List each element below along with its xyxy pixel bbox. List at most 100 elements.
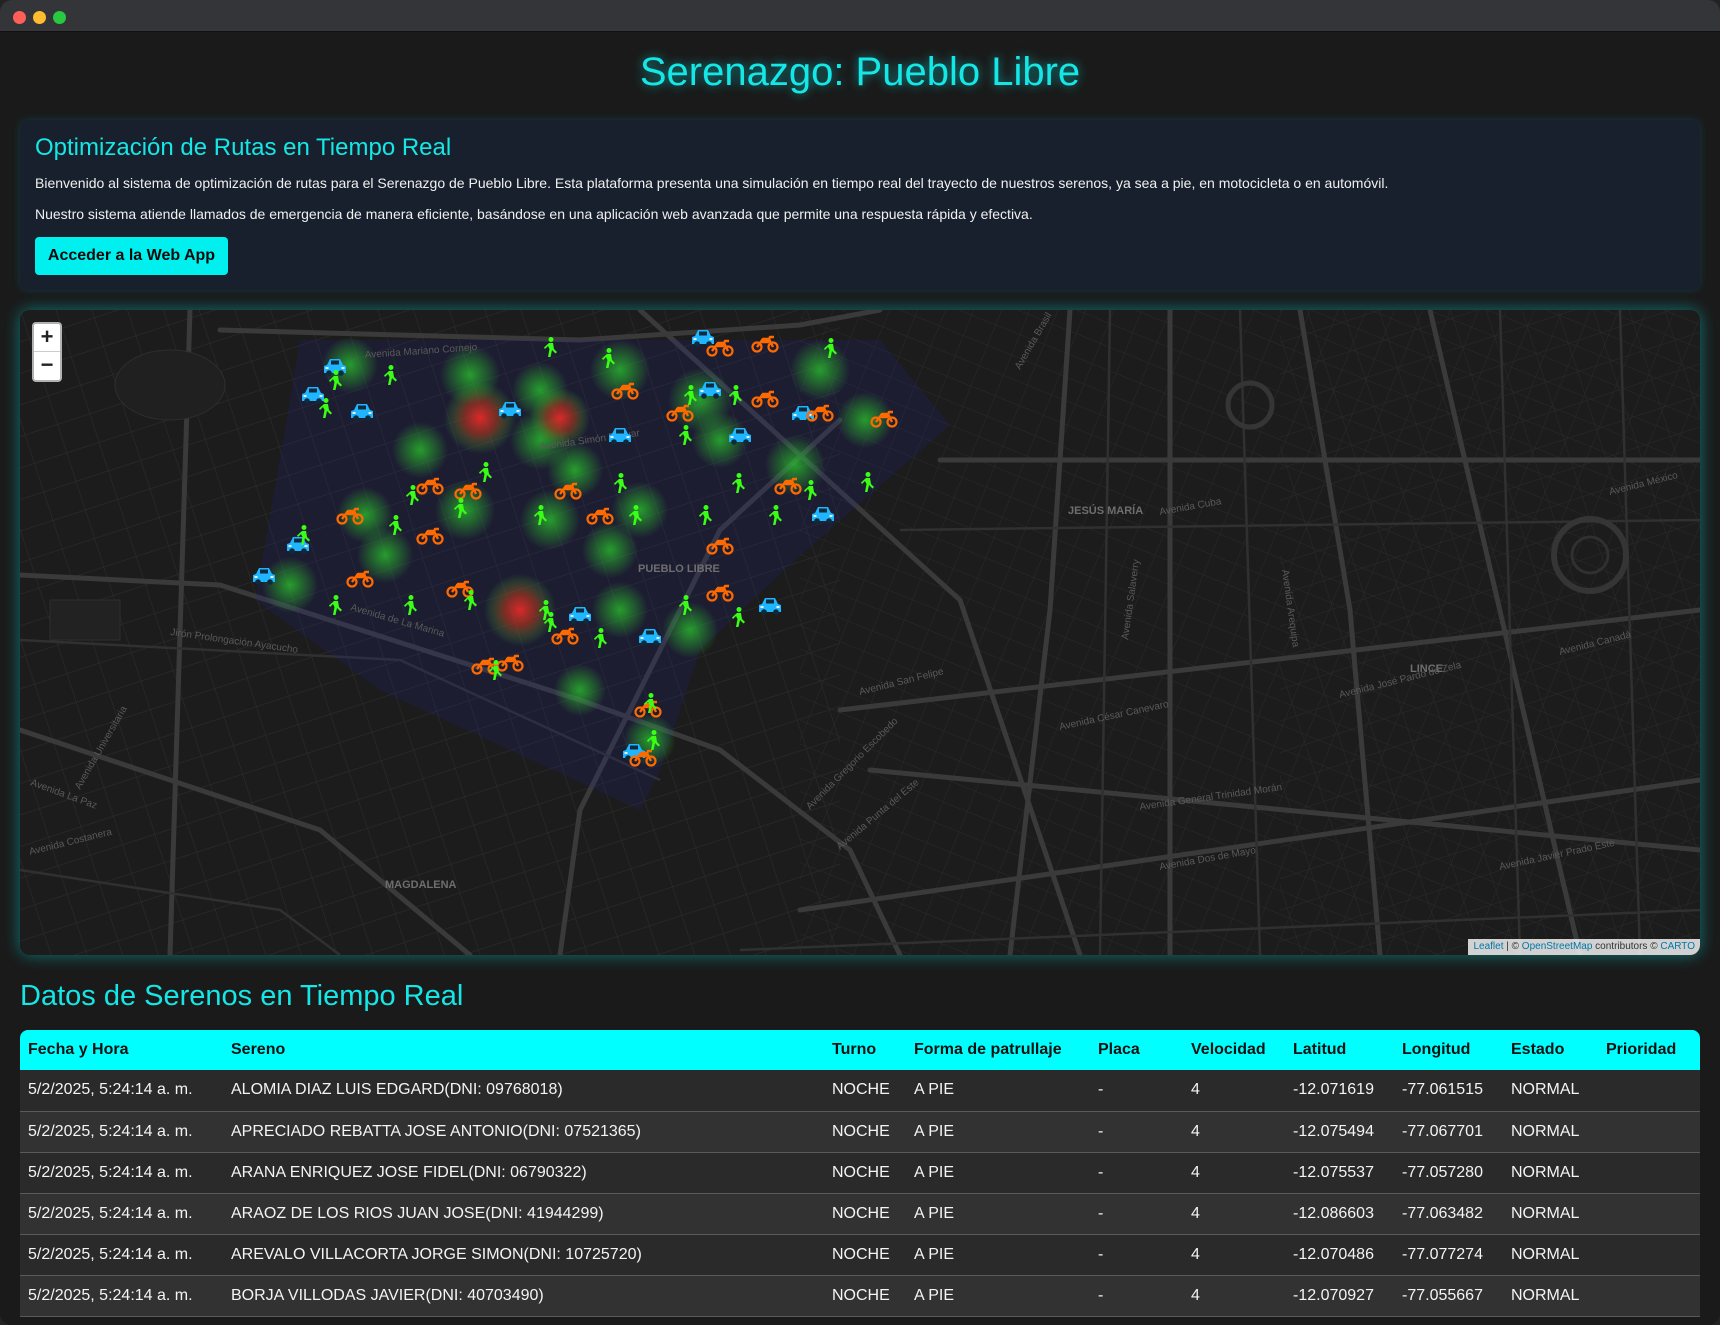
table-cell: A PIE — [906, 1111, 1090, 1153]
table-cell: 4 — [1183, 1234, 1285, 1276]
zoom-control: + − — [32, 322, 62, 382]
table-cell: NORMAL — [1503, 1111, 1598, 1153]
table-cell: - — [1090, 1193, 1183, 1235]
close-window-button[interactable] — [13, 11, 26, 24]
table-cell: 5/2/2025, 5:24:14 a. m. — [20, 1111, 223, 1153]
table-cell: ARAOZ DE LOS RIOS JUAN JOSE(DNI: 4194429… — [223, 1193, 824, 1235]
column-header[interactable]: Sereno — [223, 1030, 824, 1070]
table-cell: NOCHE — [824, 1193, 906, 1235]
column-header[interactable]: Prioridad — [1598, 1030, 1700, 1070]
table-cell: ALOMIA DIAZ LUIS EDGARD(DNI: 09768018) — [223, 1070, 824, 1112]
table-cell: A PIE — [906, 1152, 1090, 1194]
table-cell: 5/2/2025, 5:24:14 a. m. — [20, 1193, 223, 1235]
table-cell: -77.063482 — [1394, 1193, 1503, 1235]
table-cell — [1598, 1152, 1700, 1194]
district-label-magdalena: MAGDALENA — [385, 879, 457, 891]
table-cell: ARANA ENRIQUEZ JOSE FIDEL(DNI: 06790322) — [223, 1152, 824, 1194]
table-cell: -12.075494 — [1285, 1111, 1394, 1153]
table-cell: -12.075537 — [1285, 1152, 1394, 1194]
table-row[interactable]: 5/2/2025, 5:24:14 a. m. ALOMIA DIAZ LUIS … — [20, 1070, 1700, 1112]
page-title: Serenazgo: Pueblo Libre — [639, 50, 1081, 94]
table-cell: - — [1090, 1275, 1183, 1317]
table-cell: NORMAL — [1503, 1275, 1598, 1317]
table-cell: NOCHE — [824, 1234, 906, 1276]
table-cell: 5/2/2025, 5:24:14 a. m. — [20, 1275, 223, 1317]
data-section-title: Datos de Serenos en Tiempo Real — [20, 980, 464, 1012]
zoom-in-button[interactable]: + — [34, 324, 60, 352]
column-header[interactable]: Forma de patrullaje — [906, 1030, 1090, 1070]
intro-heading: Optimización de Rutas en Tiempo Real — [35, 134, 452, 161]
zoom-out-button[interactable]: − — [34, 352, 60, 380]
column-header[interactable]: Estado — [1503, 1030, 1598, 1070]
table-cell: -12.070927 — [1285, 1275, 1394, 1317]
table-row[interactable]: 5/2/2025, 5:24:14 a. m. ARANA ENRIQUEZ JO… — [20, 1152, 1700, 1194]
table-cell: BORJA VILLODAS JAVIER(DNI: 40703490) — [223, 1275, 824, 1317]
table-cell: -12.070486 — [1285, 1234, 1394, 1276]
column-header[interactable]: Fecha y Hora — [20, 1030, 223, 1070]
osm-link[interactable]: OpenStreetMap — [1522, 941, 1593, 952]
table-cell — [1598, 1111, 1700, 1153]
table-cell — [1598, 1193, 1700, 1235]
table-cell: NORMAL — [1503, 1152, 1598, 1194]
table-cell: A PIE — [906, 1193, 1090, 1235]
table-cell: - — [1090, 1111, 1183, 1153]
table-body: 5/2/2025, 5:24:14 a. m. ALOMIA DIAZ LUIS … — [20, 1070, 1700, 1317]
table-header-row: Fecha y Hora Sereno Turno Forma de patrulla… — [20, 1030, 1700, 1070]
carto-link[interactable]: CARTO — [1660, 941, 1695, 952]
table-cell: - — [1090, 1152, 1183, 1194]
table-cell: 4 — [1183, 1070, 1285, 1112]
column-header[interactable]: Longitud — [1394, 1030, 1503, 1070]
table-cell: NORMAL — [1503, 1070, 1598, 1112]
table-row[interactable]: 5/2/2025, 5:24:14 a. m. ARAOZ DE LOS RIOS… — [20, 1193, 1700, 1235]
table-cell: -77.077274 — [1394, 1234, 1503, 1276]
table-cell: AREVALO VILLACORTA JORGE SIMON(DNI: 1072… — [223, 1234, 824, 1276]
table-cell: -77.067701 — [1394, 1111, 1503, 1153]
column-header[interactable]: Turno — [824, 1030, 906, 1070]
intro-paragraph-2: Nuestro sistema atiende llamados de emer… — [35, 206, 1033, 222]
table-row[interactable]: 5/2/2025, 5:24:14 a. m. BORJA VILLODAS JA… — [20, 1275, 1700, 1317]
table-cell: -12.086603 — [1285, 1193, 1394, 1235]
district-label-pueblo-libre: PUEBLO LIBRE — [638, 563, 720, 575]
table-cell: NORMAL — [1503, 1193, 1598, 1235]
table-cell: -77.061515 — [1394, 1070, 1503, 1112]
table-cell: NORMAL — [1503, 1234, 1598, 1276]
table-cell: 4 — [1183, 1275, 1285, 1317]
table-cell: A PIE — [906, 1070, 1090, 1112]
leaflet-link[interactable]: Leaflet — [1473, 941, 1503, 952]
column-header[interactable]: Latitud — [1285, 1030, 1394, 1070]
table-cell: 4 — [1183, 1111, 1285, 1153]
minimize-window-button[interactable] — [33, 11, 46, 24]
map-canvas[interactable]: PUEBLO LIBRE JESÚS MARÍA LINCE MAGDALENA… — [20, 310, 1700, 955]
maximize-window-button[interactable] — [53, 11, 66, 24]
table-cell: APRECIADO REBATTA JOSE ANTONIO(DNI: 0752… — [223, 1111, 824, 1153]
table-cell: 5/2/2025, 5:24:14 a. m. — [20, 1070, 223, 1112]
column-header[interactable]: Velocidad — [1183, 1030, 1285, 1070]
table-cell: NOCHE — [824, 1275, 906, 1317]
table-cell: - — [1090, 1234, 1183, 1276]
page-content: Serenazgo: Pueblo Libre Optimización de … — [0, 32, 1720, 1325]
window-titlebar — [0, 0, 1720, 32]
table-cell: 4 — [1183, 1152, 1285, 1194]
table-cell: 5/2/2025, 5:24:14 a. m. — [20, 1234, 223, 1276]
table-cell: -12.071619 — [1285, 1070, 1394, 1112]
table-row[interactable]: 5/2/2025, 5:24:14 a. m. AREVALO VILLACORT… — [20, 1234, 1700, 1276]
access-web-app-button[interactable]: Acceder a la Web App — [35, 237, 228, 275]
map-container[interactable]: PUEBLO LIBRE JESÚS MARÍA LINCE MAGDALENA… — [20, 310, 1700, 955]
table-cell: 5/2/2025, 5:24:14 a. m. — [20, 1152, 223, 1194]
table-cell — [1598, 1275, 1700, 1317]
serenos-table: Fecha y Hora Sereno Turno Forma de patrulla… — [20, 1030, 1700, 1317]
district-label-jesus-maria: JESÚS MARÍA — [1068, 504, 1143, 517]
table-row[interactable]: 5/2/2025, 5:24:14 a. m. APRECIADO REBATTA… — [20, 1111, 1700, 1153]
table-cell: -77.057280 — [1394, 1152, 1503, 1194]
table-cell: NOCHE — [824, 1111, 906, 1153]
intro-paragraph-1: Bienvenido al sistema de optimización de… — [35, 175, 1389, 191]
table-cell: NOCHE — [824, 1070, 906, 1112]
table-cell — [1598, 1070, 1700, 1112]
table-cell: A PIE — [906, 1234, 1090, 1276]
table-cell: NOCHE — [824, 1152, 906, 1194]
intro-card: Optimización de Rutas en Tiempo Real Bie… — [20, 120, 1700, 290]
table-cell: A PIE — [906, 1275, 1090, 1317]
table-cell: 4 — [1183, 1193, 1285, 1235]
table-cell: - — [1090, 1070, 1183, 1112]
column-header[interactable]: Placa — [1090, 1030, 1183, 1070]
